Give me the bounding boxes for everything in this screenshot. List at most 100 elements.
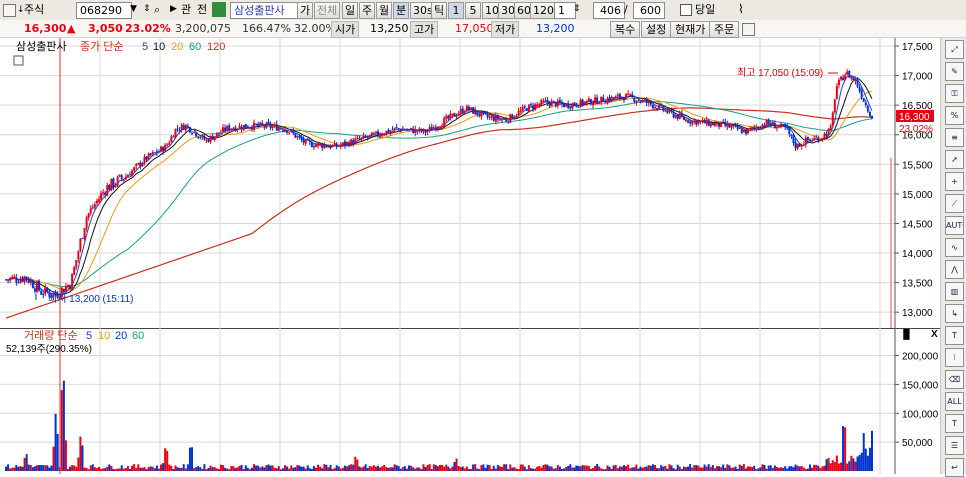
volume-bar xyxy=(95,468,98,471)
candle-body xyxy=(715,121,718,125)
market-type[interactable]: 주식 xyxy=(24,2,44,17)
pointer-icon[interactable]: ➚ xyxy=(945,150,964,169)
volume-bar xyxy=(350,464,353,471)
candle-body xyxy=(17,282,20,284)
fib-icon[interactable]: ⁝ xyxy=(945,348,964,367)
text-icon[interactable]: T xyxy=(945,326,964,345)
stepper-icon[interactable]: ⇕ xyxy=(573,2,581,17)
candle-body xyxy=(151,152,154,155)
chevron-down-icon[interactable]: ▼ xyxy=(130,2,137,17)
pct-icon[interactable]: % xyxy=(945,106,964,125)
candle-body xyxy=(571,103,574,109)
candle-body xyxy=(263,125,266,127)
volume-bar xyxy=(478,469,481,471)
erase-all-icon[interactable]: ALL xyxy=(945,392,964,411)
naver-icon[interactable] xyxy=(212,2,226,17)
volume-bar xyxy=(244,465,247,471)
auto-icon[interactable]: AUTO xyxy=(945,216,964,235)
stepper-icon[interactable]: ⇕ xyxy=(143,2,151,17)
candle-body xyxy=(366,137,369,139)
count-separator: / xyxy=(624,3,628,16)
play-icon[interactable]: ▶ xyxy=(170,2,177,17)
volume-bar xyxy=(112,469,115,471)
interval-1[interactable]: 1 xyxy=(448,2,464,19)
grid-icon[interactable] xyxy=(3,4,16,17)
today-label: 당일 xyxy=(695,3,716,16)
interval-5[interactable]: 5 xyxy=(465,2,481,19)
volume-bar xyxy=(591,468,594,471)
candle-body xyxy=(279,128,282,130)
low-label: 저가 xyxy=(491,21,520,38)
candle-body xyxy=(461,108,464,113)
volume-bar xyxy=(546,464,549,471)
chart-type-icon[interactable]: ⌇ xyxy=(738,2,744,17)
candle-body xyxy=(286,130,289,133)
candle-body xyxy=(498,119,501,121)
wave-icon[interactable]: ∿ xyxy=(945,238,964,257)
candle-body xyxy=(304,139,307,144)
arrow-icon[interactable]: ↳ xyxy=(945,304,964,323)
count-input[interactable]: 406 xyxy=(593,2,625,19)
list-icon[interactable]: ☰ xyxy=(945,436,964,455)
today-checkbox[interactable] xyxy=(680,4,692,16)
related-button[interactable]: 관 xyxy=(181,2,191,17)
ga-button[interactable]: 가 xyxy=(297,2,314,19)
candle-body xyxy=(110,178,113,190)
period-month[interactable]: 월 xyxy=(376,2,393,19)
candle-body xyxy=(827,128,830,135)
candle-body xyxy=(7,279,10,281)
prev-button[interactable]: 전 xyxy=(197,2,207,17)
candle-body xyxy=(337,145,340,147)
volume-bar xyxy=(794,464,797,471)
volume-bar xyxy=(40,464,43,471)
lines-icon[interactable]: ≡ xyxy=(945,128,964,147)
window-icon[interactable] xyxy=(742,23,755,36)
candle-body xyxy=(587,98,590,102)
volume-bar xyxy=(143,467,146,471)
volume-bar xyxy=(238,465,241,471)
cross-icon[interactable]: + xyxy=(945,172,964,191)
volume-chart[interactable]: 200,000150,000100,00050,000 거래량 단순 5 10 … xyxy=(0,328,940,474)
volume-bar xyxy=(720,467,723,471)
period-minute[interactable]: 분 xyxy=(393,2,410,19)
multi-button[interactable]: 복수 xyxy=(610,21,641,38)
text-tool-icon[interactable]: T xyxy=(945,414,964,433)
candle-body xyxy=(742,129,745,133)
erase-icon[interactable]: ⌫ xyxy=(945,370,964,389)
volume-bar xyxy=(7,464,10,471)
search-icon[interactable]: ⌕ xyxy=(154,2,160,17)
volume-bar xyxy=(726,464,729,471)
volume-bar xyxy=(292,467,295,471)
candle-icon[interactable]: ▥ xyxy=(945,282,964,301)
settings-button[interactable]: 설정 xyxy=(641,21,672,38)
volume-bar xyxy=(372,465,375,471)
all-button[interactable]: 전체 xyxy=(314,2,341,19)
back-icon[interactable]: ↩ xyxy=(945,458,964,477)
chart-link-icon[interactable]: ⤢ xyxy=(945,40,964,59)
period-week[interactable]: 주 xyxy=(359,2,376,19)
order-button[interactable]: 주문 xyxy=(709,21,740,38)
candle-body xyxy=(238,125,241,130)
volume-bar xyxy=(711,465,714,471)
period-tick[interactable]: 틱 xyxy=(431,2,448,19)
volume-bar xyxy=(151,466,154,471)
period-day[interactable]: 일 xyxy=(342,2,359,19)
trendline-icon[interactable]: ⟋ xyxy=(945,194,964,213)
candle-body xyxy=(635,101,638,103)
price-chart[interactable]: 17,50017,00016,50016,00015,50015,00014,5… xyxy=(0,38,940,328)
volume-bar xyxy=(124,468,127,471)
volume-bar xyxy=(403,466,406,471)
tool-icon[interactable]: ✎ xyxy=(945,62,964,81)
candle-body xyxy=(203,135,206,140)
zigzag-icon[interactable]: ⋀ xyxy=(945,260,964,279)
candle-body xyxy=(538,104,541,106)
candle-body xyxy=(135,164,138,167)
volume-bar xyxy=(670,465,673,471)
candle-body xyxy=(215,132,218,137)
interval-120[interactable]: 120 xyxy=(530,2,557,19)
current-price-button[interactable]: 현재가 xyxy=(670,21,711,38)
code-input[interactable]: 068290 xyxy=(76,2,132,19)
volume-bar xyxy=(166,450,169,471)
key-icon[interactable]: ⚿ xyxy=(945,84,964,103)
candle-body xyxy=(348,142,351,147)
